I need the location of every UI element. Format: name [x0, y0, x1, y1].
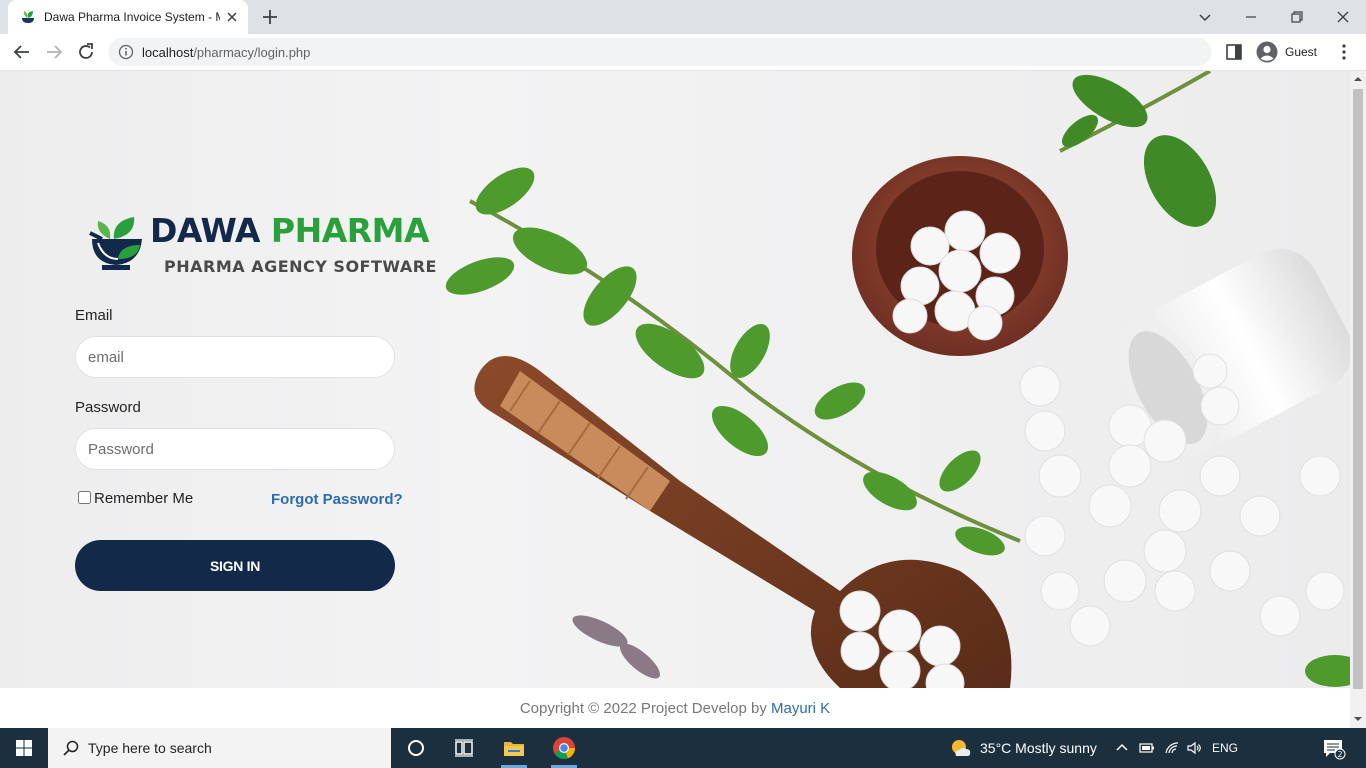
search-icon [63, 740, 79, 756]
address-bar[interactable]: localhost/pharmacy/login.php [108, 38, 1212, 66]
scroll-down-arrow-icon[interactable] [1354, 715, 1362, 723]
file-explorer-icon[interactable] [502, 736, 526, 760]
hero-background: DAWA PHARMA PHARMA AGENCY SOFTWARE Email… [0, 71, 1350, 688]
avatar-icon [1256, 41, 1278, 63]
battery-icon[interactable] [1139, 740, 1155, 756]
tab-title: Dawa Pharma Invoice System - M [44, 10, 220, 24]
forward-arrow-icon[interactable] [42, 40, 66, 64]
windows-start-icon[interactable] [0, 728, 48, 768]
side-panel-icon[interactable] [1224, 42, 1244, 62]
brand-name: DAWA PHARMA [150, 211, 430, 250]
sign-in-button[interactable]: SIGN IN [75, 540, 395, 591]
notification-icon: 2 [1324, 740, 1346, 760]
page-scrollbar[interactable] [1350, 71, 1366, 728]
profile-label: Guest [1285, 45, 1318, 59]
weather-text: 35°C Mostly sunny [980, 740, 1097, 756]
taskbar-search-placeholder: Type here to search [88, 740, 212, 756]
tab-search-chevron-icon[interactable] [1194, 6, 1216, 28]
email-label: Email [75, 307, 113, 324]
notification-center[interactable]: 2 [1322, 738, 1346, 760]
footer: Copyright © 2022 Project Develop by Mayu… [0, 688, 1350, 728]
speaker-icon[interactable] [1186, 740, 1202, 756]
taskbar-search-box[interactable]: Type here to search [48, 728, 391, 768]
pharmacy-hero-image [445, 71, 1350, 688]
remember-me-label: Remember Me [94, 490, 194, 507]
scrollbar-thumb[interactable] [1353, 89, 1363, 689]
email-input[interactable] [75, 336, 395, 378]
password-input[interactable] [75, 428, 395, 470]
info-icon[interactable] [118, 44, 134, 60]
brand-logo: DAWA PHARMA PHARMA AGENCY SOFTWARE [88, 211, 436, 281]
brand-name-part1: DAWA [150, 211, 260, 250]
back-arrow-icon[interactable] [10, 40, 34, 64]
url-text: localhost/pharmacy/login.php [142, 45, 310, 60]
taskbar: Type here to search 35°C Mostly sunny EN… [0, 728, 1366, 768]
cortana-icon[interactable] [404, 736, 428, 760]
remember-me-checkbox[interactable] [78, 491, 91, 504]
password-label: Password [75, 399, 141, 416]
brand-tagline: PHARMA AGENCY SOFTWARE [164, 257, 437, 276]
chrome-icon[interactable] [552, 736, 576, 760]
tab-strip: Dawa Pharma Invoice System - M [0, 0, 1366, 34]
chevron-up-icon[interactable] [1114, 740, 1130, 756]
partly-sunny-icon [952, 740, 971, 756]
copyright-prefix: Copyright © 2022 Project Develop by [519, 700, 771, 717]
page-viewport: DAWA PHARMA PHARMA AGENCY SOFTWARE Email… [0, 71, 1350, 728]
reload-icon[interactable] [74, 40, 98, 64]
input-language[interactable]: ENG [1212, 741, 1238, 755]
new-tab-icon[interactable] [258, 6, 282, 28]
browser-tab[interactable]: Dawa Pharma Invoice System - M [8, 0, 248, 34]
url-host: localhost [142, 45, 194, 60]
task-view-icon[interactable] [452, 736, 476, 760]
brand-name-part2: PHARMA [270, 211, 430, 250]
kebab-menu-icon[interactable] [1334, 42, 1354, 62]
author-link[interactable]: Mayuri K [771, 700, 830, 717]
close-tab-icon[interactable] [224, 9, 240, 25]
scroll-up-arrow-icon[interactable] [1354, 75, 1362, 83]
mortar-pestle-leaf-icon [89, 217, 142, 270]
url-path: /pharmacy/login.php [193, 45, 311, 60]
forgot-password-link[interactable]: Forgot Password? [271, 491, 403, 508]
profile-button[interactable]: Guest [1252, 37, 1326, 67]
minimize-icon[interactable] [1240, 6, 1262, 28]
leaf-favicon-icon [22, 11, 34, 23]
wifi-icon[interactable] [1164, 740, 1180, 756]
close-window-icon[interactable] [1332, 6, 1354, 28]
restore-icon[interactable] [1286, 6, 1308, 28]
notification-count: 2 [1337, 750, 1342, 759]
browser-toolbar: localhost/pharmacy/login.php Guest [0, 34, 1366, 71]
copyright-text: Copyright © 2022 Project Develop by Mayu… [520, 700, 830, 717]
